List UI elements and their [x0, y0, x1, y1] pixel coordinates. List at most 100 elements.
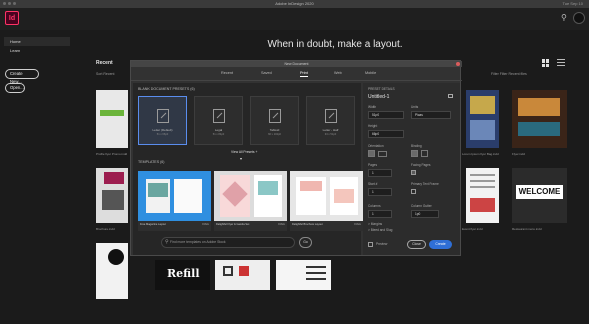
search-icon[interactable]: ⚲: [561, 14, 569, 22]
template-card[interactable]: Free Magazine Layout FREE: [138, 171, 211, 231]
sidebar-item-home[interactable]: Home: [4, 37, 70, 46]
recent-file-thumbnail[interactable]: [276, 260, 331, 290]
tab-print[interactable]: Print: [300, 71, 308, 77]
open-button[interactable]: Open...: [5, 83, 25, 93]
stock-search-input[interactable]: ⚲ Find more templates on Adobe Stock: [161, 237, 295, 248]
height-label: Height: [368, 124, 378, 128]
width-label: Width: [368, 105, 377, 109]
recent-heading: Recent: [96, 60, 113, 66]
window-titlebar: Adobe InDesign 2020 Tue Sep 10: [0, 0, 589, 8]
columns-field[interactable]: 1: [368, 210, 392, 218]
stock-search-placeholder: Find more templates on Adobe Stock: [170, 240, 226, 244]
preset-details-heading: PRESET DETAILS: [368, 87, 395, 91]
avatar[interactable]: [573, 12, 585, 24]
recent-file-name[interactable]: Brochure.indd: [96, 227, 115, 231]
orientation-label: Orientation: [368, 144, 384, 148]
chevron-down-icon[interactable]: ▾: [240, 156, 242, 161]
preview-checkbox[interactable]: [368, 242, 373, 247]
bleed-and-slug-toggle[interactable]: > Bleed and Slug: [368, 228, 392, 232]
filter-input[interactable]: Filter Filter Recent files: [491, 72, 527, 76]
preset-letter-half[interactable]: Letter - Half 33 x 51p0: [306, 96, 355, 145]
document-icon: [325, 109, 337, 123]
menubar-status: Tue Sep 10: [562, 1, 583, 6]
save-preset-icon[interactable]: [448, 94, 453, 98]
create-button[interactable]: Create: [429, 240, 452, 249]
recent-file-thumbnail[interactable]: WELCOME: [512, 168, 567, 223]
dialog-title: New Document: [284, 62, 309, 66]
preset-tabloid[interactable]: Tabloid 66 x 102p0: [250, 96, 299, 145]
template-preview: [214, 171, 287, 221]
tab-recent[interactable]: Recent: [221, 71, 233, 75]
new-document-dialog: New Document Recent Saved Print Web Mobi…: [130, 60, 462, 256]
recent-file-thumbnail[interactable]: [96, 168, 128, 223]
template-name: Delightful Flyer & Gamila Set: [216, 223, 250, 226]
template-badge: FREE: [202, 223, 209, 226]
tab-saved[interactable]: Saved: [261, 71, 272, 75]
document-name-field[interactable]: Untitled-1: [368, 94, 389, 100]
column-gutter-field[interactable]: 1p0: [411, 210, 439, 218]
tab-mobile[interactable]: Mobile: [365, 71, 376, 75]
template-preview: [290, 171, 363, 221]
width-field[interactable]: 51p0: [368, 111, 404, 119]
pages-field[interactable]: 1: [368, 169, 392, 177]
landscape-orientation-icon[interactable]: [378, 151, 387, 157]
height-field[interactable]: 66p0: [368, 130, 404, 138]
pages-label: Pages: [368, 163, 378, 167]
preset-details-panel: PRESET DETAILS Untitled-1 Width 51p0 Uni…: [363, 83, 460, 255]
welcome-heading: When in doubt, make a layout.: [267, 39, 403, 50]
dialog-close-icon[interactable]: [456, 62, 460, 66]
home-sidebar: Home Learn Create New... Open...: [0, 30, 75, 324]
blank-presets-heading: BLANK DOCUMENT PRESETS (6): [138, 87, 195, 91]
window-title: Adobe InDesign 2020: [275, 1, 314, 6]
template-badge: FREE: [278, 223, 285, 226]
recent-file-thumbnail[interactable]: [96, 90, 128, 148]
binding-left-icon[interactable]: [411, 150, 418, 157]
preset-size: 51 x 66p0: [156, 133, 169, 136]
create-new-button[interactable]: Create New...: [5, 69, 39, 84]
facing-pages-checkbox[interactable]: [411, 170, 416, 175]
go-button[interactable]: Go: [299, 237, 312, 248]
preset-label: Letter - Half: [322, 128, 339, 132]
recent-file-thumbnail[interactable]: Refill: [155, 260, 210, 290]
template-card[interactable]: Delightful Flyer & Gamila Set FREE: [214, 171, 287, 231]
document-icon: [157, 109, 169, 123]
primary-text-frame-checkbox[interactable]: [411, 189, 416, 194]
binding-right-icon[interactable]: [421, 150, 428, 157]
recent-file-name[interactable]: Restaurant menu.indd: [512, 227, 542, 231]
indesign-logo: Id: [5, 11, 19, 25]
template-preview: [138, 171, 211, 221]
recent-file-name[interactable]: Flyer.indd: [512, 152, 525, 156]
tab-web[interactable]: Web: [334, 71, 342, 75]
preset-legal[interactable]: Legal 51 x 84p0: [194, 96, 243, 145]
margins-toggle[interactable]: > Margins: [368, 222, 382, 226]
preset-label: Tabloid: [269, 128, 280, 132]
units-dropdown[interactable]: Picas: [411, 111, 451, 119]
facing-pages-label: Facing Pages: [411, 163, 431, 167]
presets-panel: BLANK DOCUMENT PRESETS (6) Letter (Defau…: [133, 83, 363, 255]
units-label: Units: [411, 105, 419, 109]
recent-file-thumbnail[interactable]: [466, 168, 499, 223]
sidebar-item-learn[interactable]: Learn: [4, 46, 70, 55]
start-field[interactable]: 1: [368, 188, 392, 196]
template-badge: FREE: [354, 223, 361, 226]
recent-file-name[interactable]: Profile flyer Promo.indd: [96, 152, 127, 156]
recent-file-name[interactable]: Lorem Ipsum flyer Bag.indd: [462, 152, 499, 156]
close-button[interactable]: Close: [407, 240, 426, 249]
dialog-titlebar: New Document: [131, 61, 462, 67]
portrait-orientation-icon[interactable]: [368, 150, 375, 157]
search-icon: ⚲: [165, 239, 169, 245]
template-card[interactable]: Delightful Brochure Layout FREE: [290, 171, 363, 231]
sort-dropdown[interactable]: Sort Recent: [96, 72, 114, 76]
template-name: Free Magazine Layout: [140, 223, 166, 226]
recent-file-thumbnail[interactable]: [96, 243, 128, 299]
recent-file-name[interactable]: Event flyer.indd: [462, 227, 483, 231]
recent-file-thumbnail[interactable]: [466, 90, 499, 148]
document-icon: [213, 109, 225, 123]
recent-file-thumbnail[interactable]: [512, 90, 567, 148]
grid-view-icon[interactable]: [542, 59, 550, 67]
recent-file-thumbnail[interactable]: [215, 260, 270, 290]
preset-size: 33 x 51p0: [324, 133, 337, 136]
list-view-icon[interactable]: [557, 59, 565, 67]
view-all-presets-link[interactable]: View All Presets +: [231, 150, 257, 154]
preset-letter[interactable]: Letter (Default) 51 x 66p0: [138, 96, 187, 145]
